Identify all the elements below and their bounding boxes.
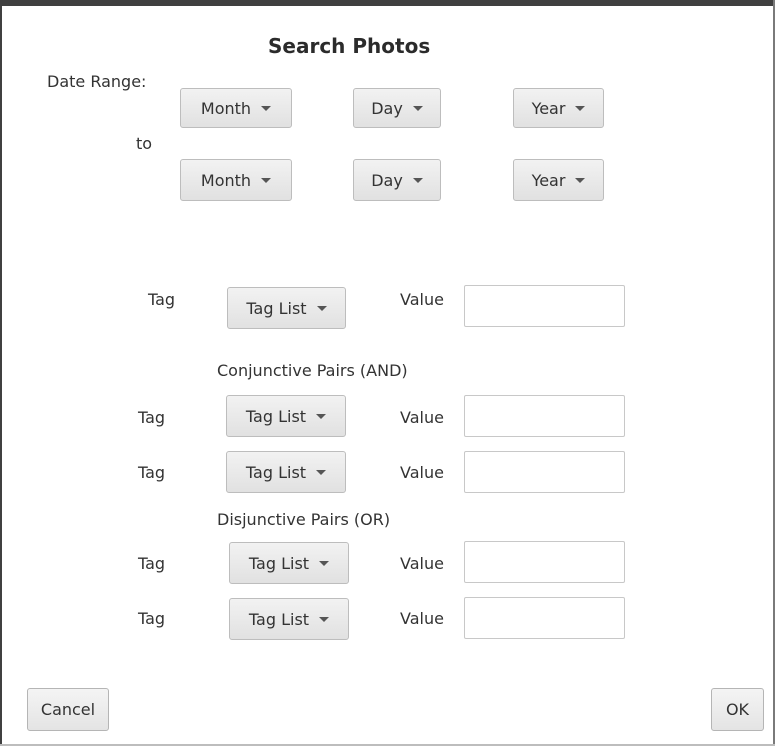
- window-top-border: [0, 0, 775, 6]
- value-field[interactable]: [464, 285, 625, 327]
- ok-button-label: OK: [725, 700, 750, 719]
- chevron-down-icon: [319, 616, 330, 622]
- chevron-down-icon: [412, 105, 423, 111]
- chevron-down-icon: [261, 177, 272, 183]
- chevron-down-icon: [575, 177, 586, 183]
- chevron-down-icon: [412, 177, 423, 183]
- tag-label: Tag: [138, 609, 166, 628]
- tag-list-value: Tag List: [245, 406, 307, 426]
- tag-list-value: Tag List: [245, 462, 307, 482]
- conjunctive-value-field-2[interactable]: [464, 451, 625, 493]
- chevron-down-icon: [316, 413, 327, 419]
- disjunctive-value-field-2[interactable]: [464, 597, 625, 639]
- end-day-combo[interactable]: Day: [353, 159, 441, 201]
- value-label: Value: [400, 609, 444, 628]
- conjunctive-tag-list-combo-2[interactable]: Tag List: [226, 451, 346, 493]
- chevron-down-icon: [319, 560, 330, 566]
- tag-label: Tag: [138, 463, 166, 482]
- value-label: Value: [400, 290, 444, 309]
- disjunctive-tag-list-combo-2[interactable]: Tag List: [229, 598, 349, 640]
- conjunctive-tag-list-combo-1[interactable]: Tag List: [226, 395, 346, 437]
- window-left-border: [0, 0, 2, 746]
- conjunctive-value-field-1[interactable]: [464, 395, 625, 437]
- tag-list-value: Tag List: [248, 553, 310, 573]
- value-label: Value: [400, 554, 444, 573]
- to-label: to: [136, 134, 153, 153]
- start-year-combo[interactable]: Year: [513, 88, 604, 128]
- end-year-value: Year: [531, 170, 566, 190]
- start-month-value: Month: [200, 98, 252, 118]
- chevron-down-icon: [261, 105, 272, 111]
- dialog-title: Search Photos: [268, 34, 431, 58]
- disjunctive-value-field-1[interactable]: [464, 541, 625, 583]
- chevron-down-icon: [316, 469, 327, 475]
- tag-list-combo[interactable]: Tag List: [227, 287, 346, 329]
- chevron-down-icon: [316, 305, 327, 311]
- tag-list-value: Tag List: [248, 609, 310, 629]
- end-day-value: Day: [371, 170, 403, 190]
- chevron-down-icon: [575, 105, 586, 111]
- value-label: Value: [400, 463, 444, 482]
- cancel-button-label: Cancel: [40, 700, 96, 719]
- start-day-value: Day: [371, 98, 403, 118]
- end-month-value: Month: [200, 170, 252, 190]
- tag-label: Tag: [138, 408, 166, 427]
- conjunctive-heading: Conjunctive Pairs (AND): [217, 361, 408, 380]
- start-day-combo[interactable]: Day: [353, 88, 441, 128]
- tag-label: Tag: [148, 290, 176, 309]
- date-range-label: Date Range:: [47, 72, 147, 91]
- disjunctive-tag-list-combo-1[interactable]: Tag List: [229, 542, 349, 584]
- tag-list-value: Tag List: [246, 298, 307, 318]
- disjunctive-heading: Disjunctive Pairs (OR): [217, 510, 391, 529]
- ok-button[interactable]: OK: [711, 688, 764, 731]
- tag-label: Tag: [138, 554, 166, 573]
- start-year-value: Year: [531, 98, 566, 118]
- cancel-button[interactable]: Cancel: [27, 688, 109, 731]
- start-month-combo[interactable]: Month: [180, 88, 292, 128]
- value-label: Value: [400, 408, 444, 427]
- end-month-combo[interactable]: Month: [180, 159, 292, 201]
- end-year-combo[interactable]: Year: [513, 159, 604, 201]
